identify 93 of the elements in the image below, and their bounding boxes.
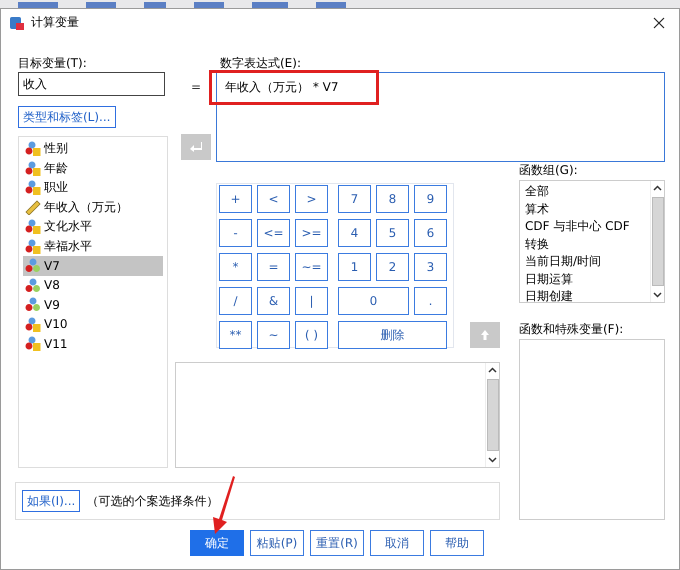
operator-key[interactable]: ~ bbox=[257, 321, 290, 349]
variable-name: V10 bbox=[44, 317, 68, 332]
digit-key[interactable]: 6 bbox=[414, 219, 447, 247]
dialog-button[interactable]: 重置(R) bbox=[310, 530, 364, 556]
variable-name: 职业 bbox=[44, 179, 68, 196]
expression-label: 数字表达式(E): bbox=[220, 56, 301, 70]
operator-key[interactable]: | bbox=[295, 287, 328, 315]
ruler-icon bbox=[25, 200, 41, 215]
function-group-item[interactable]: 转换 bbox=[525, 236, 645, 253]
dialog-button[interactable]: 确定 bbox=[190, 530, 244, 556]
variable-item[interactable]: 年龄 bbox=[23, 158, 163, 178]
variable-item[interactable]: V11 bbox=[23, 334, 163, 354]
operator-key[interactable]: > bbox=[295, 185, 328, 213]
digit-key[interactable]: 1 bbox=[338, 253, 371, 281]
variable-name: 性别 bbox=[44, 140, 68, 158]
variable-name: 年龄 bbox=[44, 160, 68, 177]
variable-name: 幸福水平 bbox=[44, 238, 92, 255]
variable-name: V11 bbox=[44, 336, 68, 351]
variable-name: 年收入（万元） bbox=[44, 198, 128, 216]
ordinal-variable-icon bbox=[25, 297, 41, 312]
function-group-item[interactable]: 当前日期/时间 bbox=[525, 253, 645, 270]
expression-field[interactable]: 年收入（万元） * V7 bbox=[216, 72, 665, 162]
function-group-item[interactable]: 日期运算 bbox=[525, 270, 645, 288]
dialog-button[interactable]: 粘贴(P) bbox=[250, 530, 304, 556]
functions-label: 函数和特殊变量(F): bbox=[519, 321, 624, 337]
operator-key[interactable]: = bbox=[257, 253, 290, 281]
operator-key[interactable]: - bbox=[219, 219, 252, 247]
function-group-item[interactable]: 算术 bbox=[525, 200, 645, 218]
digit-key[interactable]: 2 bbox=[376, 253, 409, 281]
target-variable-field[interactable]: 收入 bbox=[18, 72, 165, 96]
variable-item[interactable]: 年收入（万元） bbox=[23, 198, 163, 217]
variable-item[interactable]: V10 bbox=[23, 314, 163, 334]
function-group-label: 函数组(G): bbox=[519, 162, 579, 178]
scrollbar[interactable] bbox=[650, 181, 664, 302]
variable-item[interactable]: 文化水平 bbox=[23, 217, 163, 236]
digit-key[interactable]: 5 bbox=[376, 219, 409, 247]
function-group-item[interactable]: CDF 与非中心 CDF bbox=[525, 218, 645, 236]
digit-key[interactable]: 9 bbox=[414, 185, 447, 213]
digit-key[interactable]: 0 bbox=[338, 287, 409, 315]
digit-key[interactable]: 删除 bbox=[338, 321, 447, 349]
digit-key[interactable]: 7 bbox=[338, 185, 371, 213]
nominal-variable-icon bbox=[25, 316, 41, 332]
operator-key[interactable]: * bbox=[219, 253, 252, 281]
variable-name: V8 bbox=[44, 278, 60, 292]
ordinal-variable-icon bbox=[25, 258, 41, 274]
nominal-variable-icon bbox=[25, 238, 41, 254]
operator-key[interactable]: / bbox=[219, 287, 252, 315]
scrollbar[interactable] bbox=[485, 363, 499, 467]
operator-key[interactable]: & bbox=[257, 287, 290, 315]
dialog-button[interactable]: 取消 bbox=[370, 530, 424, 556]
operator-key[interactable]: <= bbox=[257, 219, 290, 247]
digit-key[interactable]: 3 bbox=[414, 253, 447, 281]
ordinal-variable-icon bbox=[25, 278, 41, 293]
variable-item[interactable]: V9 bbox=[23, 295, 163, 314]
operator-key[interactable]: < bbox=[257, 185, 290, 213]
window-title: 计算变量 bbox=[31, 14, 80, 31]
variable-item[interactable]: V7 bbox=[23, 256, 163, 276]
variable-name: V7 bbox=[44, 258, 60, 273]
operator-key[interactable]: ~= bbox=[295, 253, 328, 281]
target-variable-label: 目标变量(T): bbox=[18, 55, 88, 71]
operator-key[interactable]: >= bbox=[295, 219, 328, 247]
operator-key[interactable]: ** bbox=[219, 321, 252, 349]
variable-item[interactable]: V8 bbox=[23, 276, 163, 295]
scroll-down-icon[interactable] bbox=[488, 457, 497, 463]
variable-name: 文化水平 bbox=[44, 218, 92, 236]
close-icon bbox=[653, 16, 665, 28]
compute-app-icon bbox=[9, 14, 25, 30]
digit-key[interactable]: 8 bbox=[376, 185, 409, 213]
nominal-variable-icon bbox=[25, 336, 41, 352]
equals-sign: = bbox=[190, 80, 202, 94]
nominal-variable-icon bbox=[25, 160, 41, 176]
digit-key[interactable]: . bbox=[414, 287, 447, 315]
if-button[interactable]: 如果(I)... bbox=[22, 490, 80, 512]
return-arrow-icon bbox=[189, 141, 203, 153]
nominal-variable-icon bbox=[25, 219, 41, 234]
variable-item[interactable]: 幸福水平 bbox=[23, 236, 163, 256]
scroll-up-icon[interactable] bbox=[488, 367, 497, 373]
condition-note: （可选的个案选择条件） bbox=[86, 493, 218, 509]
function-group-item[interactable]: 全部 bbox=[525, 183, 645, 200]
nominal-variable-icon bbox=[25, 180, 41, 196]
scroll-up-icon[interactable] bbox=[653, 185, 662, 191]
variable-item[interactable]: 职业 bbox=[23, 178, 163, 198]
variable-name: V9 bbox=[44, 298, 60, 312]
type-label-button[interactable]: 类型和标签(L)... bbox=[18, 106, 116, 128]
dialog-button[interactable]: 帮助 bbox=[430, 530, 484, 556]
up-arrow-icon bbox=[480, 329, 490, 341]
nominal-variable-icon bbox=[25, 141, 41, 156]
digit-key[interactable]: 4 bbox=[338, 219, 371, 247]
operator-key[interactable]: + bbox=[219, 185, 252, 213]
variable-item[interactable]: 性别 bbox=[23, 139, 163, 158]
operator-key[interactable]: ( ) bbox=[295, 321, 328, 349]
function-group-item[interactable]: 日期创建 bbox=[525, 288, 645, 306]
scroll-down-icon[interactable] bbox=[653, 292, 662, 298]
